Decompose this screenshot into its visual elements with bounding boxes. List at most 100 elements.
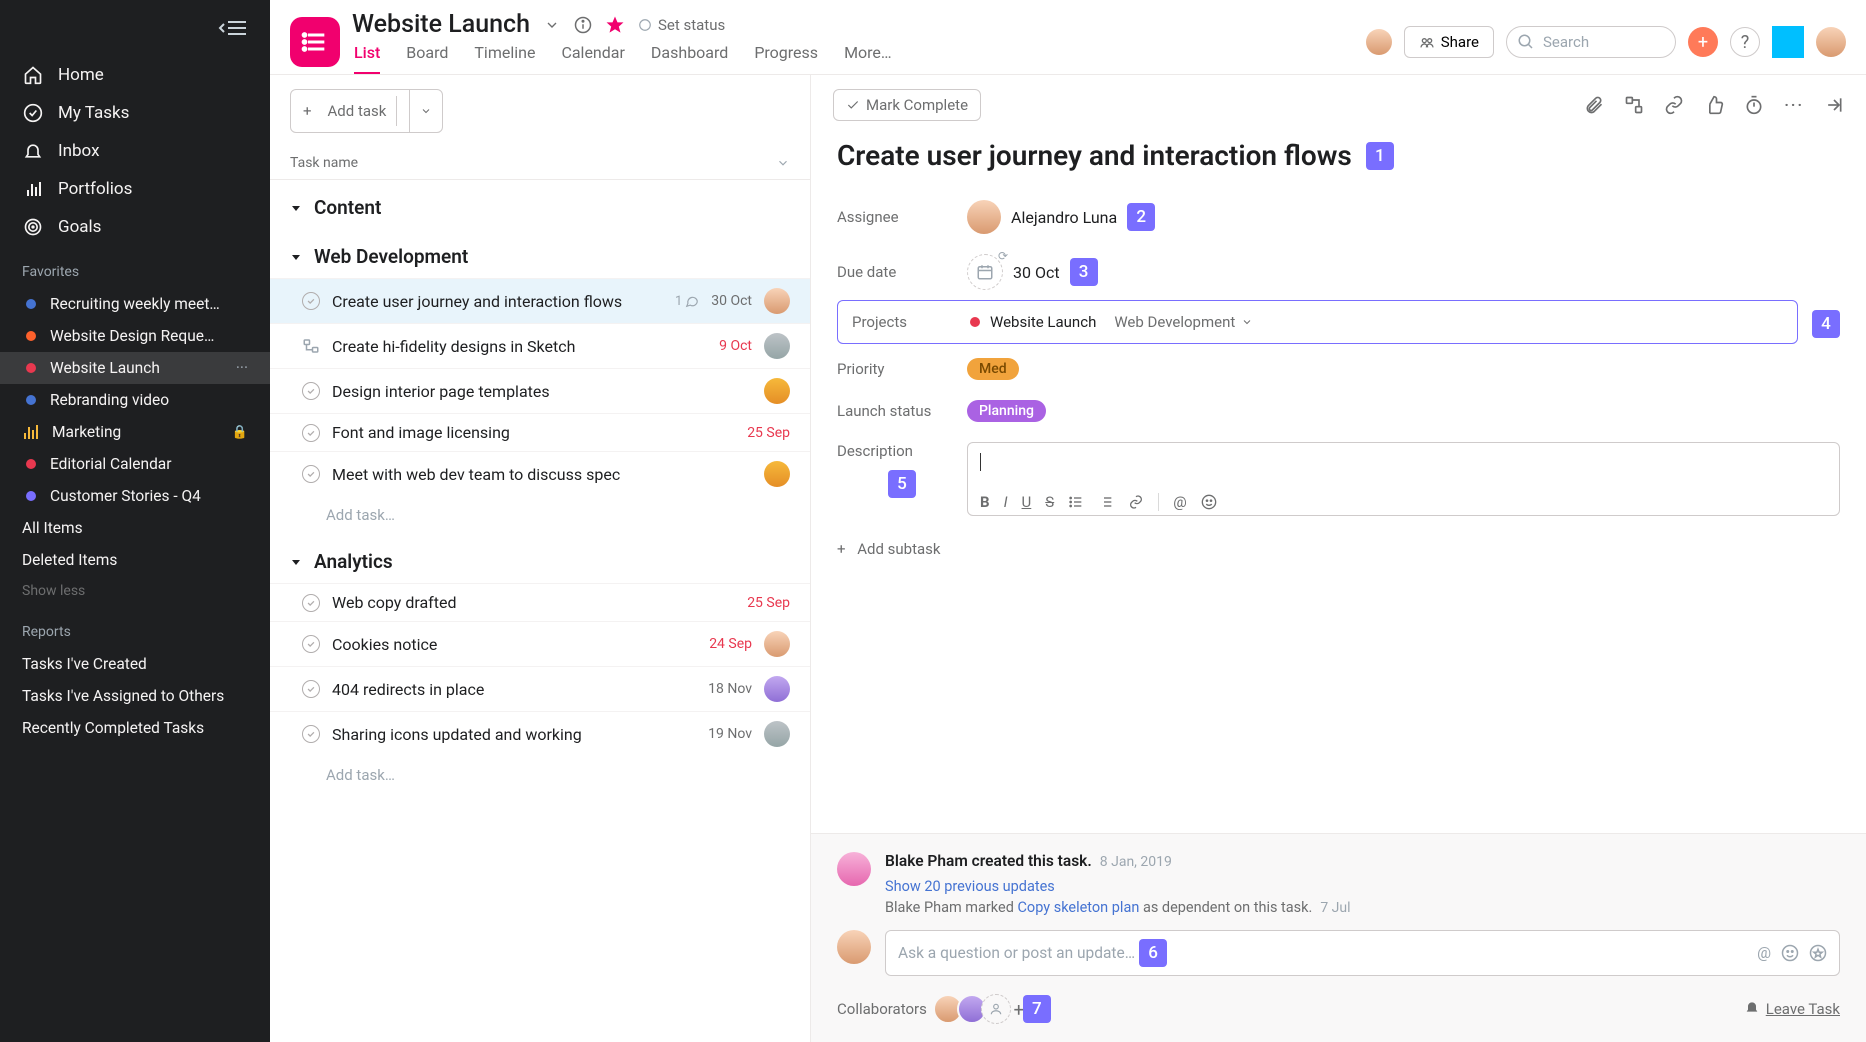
tab-calendar[interactable]: Calendar — [561, 43, 624, 74]
assignee-avatar[interactable] — [764, 631, 790, 657]
assignee-field[interactable]: Alejandro Luna2 — [967, 200, 1155, 234]
complete-checkbox[interactable] — [302, 680, 320, 698]
favorite-item[interactable]: Marketing🔒 — [0, 416, 270, 448]
tab-progress[interactable]: Progress — [754, 43, 818, 74]
report-link[interactable]: Tasks I've Assigned to Others — [0, 680, 270, 712]
assignee-avatar[interactable] — [764, 461, 790, 487]
help-button[interactable]: ? — [1730, 27, 1760, 57]
report-link[interactable]: Recently Completed Tasks — [0, 712, 270, 744]
nav-mytasks[interactable]: My Tasks — [0, 94, 270, 132]
emoji-button[interactable] — [1201, 494, 1217, 510]
description-field[interactable]: B I U S @ — [967, 442, 1840, 516]
task-row[interactable]: 404 redirects in place18 Nov — [270, 666, 810, 711]
task-row[interactable]: Font and image licensing25 Sep — [270, 413, 810, 451]
task-title[interactable]: Create user journey and interaction flow… — [837, 139, 1352, 172]
complete-checkbox[interactable] — [302, 594, 320, 612]
due-date-field[interactable]: ⟳ 30 Oct 3 — [967, 254, 1098, 290]
mark-complete-button[interactable]: Mark Complete — [833, 89, 981, 121]
comment-input[interactable]: Ask a question or post an update… 6 @ — [885, 930, 1840, 976]
column-header-name[interactable]: Task name — [270, 147, 810, 180]
nav-goals[interactable]: Goals — [0, 208, 270, 246]
add-button[interactable]: + — [1688, 27, 1718, 57]
deleted-items-link[interactable]: Deleted Items — [0, 544, 270, 576]
close-pane-icon[interactable] — [1824, 95, 1844, 115]
nav-home[interactable]: Home — [0, 56, 270, 94]
complete-checkbox[interactable] — [302, 725, 320, 743]
chevron-down-icon[interactable] — [544, 17, 560, 33]
like-icon[interactable] — [1704, 95, 1724, 115]
emoji-icon[interactable] — [1781, 944, 1799, 962]
tab-list[interactable]: List — [354, 43, 380, 74]
show-less-button[interactable]: Show less — [0, 576, 270, 606]
complete-checkbox[interactable] — [302, 465, 320, 483]
complete-checkbox[interactable] — [302, 292, 320, 310]
tab-dashboard[interactable]: Dashboard — [651, 43, 728, 74]
assignee-avatar[interactable] — [764, 378, 790, 404]
add-task-dropdown[interactable] — [410, 99, 442, 123]
bullet-list-button[interactable] — [1068, 494, 1084, 510]
star-icon[interactable] — [606, 16, 624, 34]
tab-board[interactable]: Board — [406, 43, 448, 74]
mention-icon[interactable]: @ — [1757, 944, 1771, 962]
priority-field[interactable]: Med — [967, 358, 1019, 380]
complete-checkbox[interactable] — [302, 424, 320, 442]
add-task-inline[interactable]: Add task… — [270, 756, 810, 794]
task-row[interactable]: Cookies notice24 Sep — [270, 621, 810, 666]
star-icon[interactable] — [1809, 944, 1827, 962]
favorite-item[interactable]: Editorial Calendar — [0, 448, 270, 480]
task-row[interactable]: Design interior page templates — [270, 368, 810, 413]
bold-button[interactable]: B — [980, 493, 990, 511]
favorite-item[interactable]: Website Launch··· — [0, 352, 270, 384]
launch-status-field[interactable]: Planning — [967, 400, 1046, 422]
share-button[interactable]: Share — [1404, 26, 1494, 58]
leave-task-button[interactable]: Leave Task — [1744, 1000, 1840, 1018]
projects-field[interactable]: Projects Website Launch Web Development — [837, 300, 1798, 344]
strike-button[interactable]: S — [1045, 493, 1054, 511]
add-task-button[interactable]: + Add task — [290, 89, 443, 133]
task-row[interactable]: Create user journey and interaction flow… — [270, 278, 810, 323]
complete-checkbox[interactable] — [302, 382, 320, 400]
tab-timeline[interactable]: Timeline — [474, 43, 535, 74]
project-section-select[interactable]: Web Development — [1114, 313, 1253, 331]
add-subtask-button[interactable]: + Add subtask — [837, 526, 1840, 578]
nav-inbox[interactable]: Inbox — [0, 132, 270, 170]
sidebar-collapse-button[interactable] — [0, 12, 270, 56]
italic-button[interactable]: I — [1004, 493, 1008, 511]
assignee-avatar[interactable] — [764, 721, 790, 747]
section-header[interactable]: Web Development — [270, 229, 810, 278]
add-collaborator-button[interactable]: + — [981, 994, 1011, 1024]
favorite-item[interactable]: Rebranding video — [0, 384, 270, 416]
underline-button[interactable]: U — [1022, 493, 1032, 511]
numbered-list-button[interactable] — [1098, 494, 1114, 510]
info-icon[interactable] — [574, 16, 592, 34]
task-row[interactable]: Sharing icons updated and working19 Nov — [270, 711, 810, 756]
mention-button[interactable]: @ — [1173, 493, 1186, 511]
add-task-inline[interactable]: Add task… — [270, 496, 810, 534]
link-button[interactable] — [1128, 494, 1144, 510]
user-avatar[interactable] — [1816, 27, 1846, 57]
task-row[interactable]: Meet with web dev team to discuss spec — [270, 451, 810, 496]
tab-more[interactable]: More… — [844, 43, 892, 74]
show-previous-updates[interactable]: Show 20 previous updates — [885, 878, 1840, 895]
set-status-button[interactable]: Set status — [638, 16, 725, 34]
more-icon[interactable]: ··· — [1784, 96, 1804, 114]
project-title[interactable]: Website Launch — [352, 10, 530, 39]
complete-checkbox[interactable] — [302, 635, 320, 653]
all-items-link[interactable]: All Items — [0, 512, 270, 544]
nav-portfolios[interactable]: Portfolios — [0, 170, 270, 208]
task-row[interactable]: Web copy drafted25 Sep — [270, 583, 810, 621]
subtask-icon[interactable] — [1624, 95, 1644, 115]
section-header[interactable]: Content — [270, 180, 810, 229]
more-icon[interactable]: ··· — [236, 359, 248, 377]
search-input[interactable]: Search — [1506, 26, 1676, 58]
report-link[interactable]: Tasks I've Created — [0, 648, 270, 680]
link-icon[interactable] — [1664, 95, 1684, 115]
attachment-icon[interactable] — [1584, 95, 1604, 115]
app-tile[interactable] — [1772, 26, 1804, 58]
favorite-item[interactable]: Recruiting weekly meet… — [0, 288, 270, 320]
timer-icon[interactable] — [1744, 95, 1764, 115]
section-header[interactable]: Analytics — [270, 534, 810, 583]
assignee-avatar[interactable] — [764, 288, 790, 314]
favorite-item[interactable]: Website Design Reque… — [0, 320, 270, 352]
assignee-avatar[interactable] — [764, 333, 790, 359]
